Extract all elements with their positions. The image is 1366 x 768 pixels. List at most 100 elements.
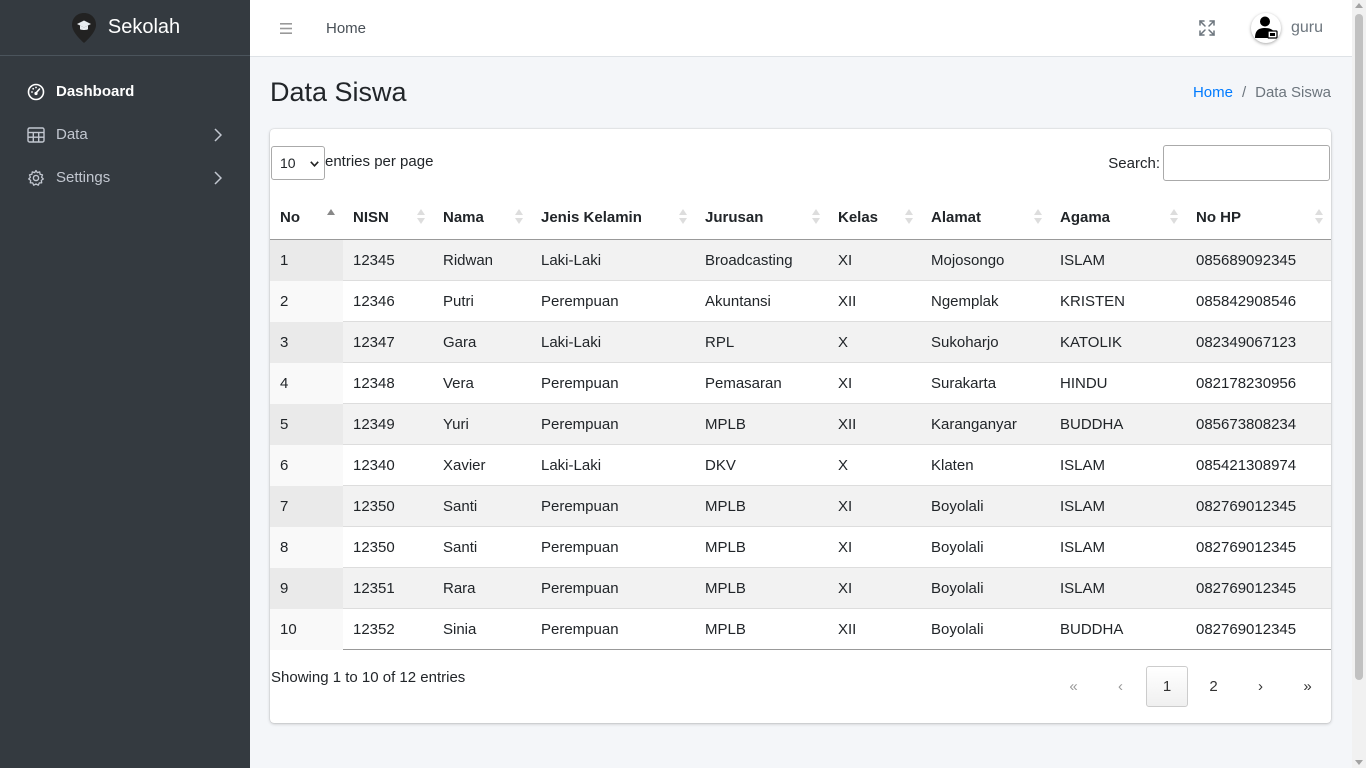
table-cell-no-hp: 082769012345 [1196,620,1297,638]
column-header-label: Jurusan [705,208,764,226]
table-cell-agama: HINDU [1060,374,1108,392]
avatar [1250,13,1281,43]
table-cell-no: 10 [270,608,343,650]
breadcrumb-home-link[interactable]: Home [1193,84,1233,101]
last-page-button[interactable]: » [1284,666,1331,707]
entries-per-page-label: entries per page [325,153,434,170]
sidebar-item-label: Data [56,126,88,143]
sort-arrows-icon [905,208,913,225]
table-cell-nama: Sinia [443,620,477,638]
table-cell-no: 1 [270,239,343,281]
table-cell-agama: KATOLIK [1060,333,1122,351]
search-input[interactable] [1163,145,1330,181]
table-cell-kelas: XI [838,538,853,556]
user-menu[interactable]: guru [1250,13,1323,43]
breadcrumb: Home / Data Siswa [1193,84,1331,101]
column-header-no-hp[interactable]: No HP [1186,195,1331,240]
table-row[interactable]: 4 12348 Vera Perempuan Pemasaran XI Surakarta H… [270,362,1331,404]
prev-page-button[interactable]: ‹ [1097,666,1144,707]
table-row[interactable]: 10 12352 Sinia Perempuan MPLB XII Boyolali BUDD… [270,608,1331,650]
students-table: No NISN Nama Jenis Kelamin Jurusan Kelas Alama… [270,195,1331,650]
column-header-label: No HP [1196,208,1241,226]
table-cell-agama: ISLAM [1060,497,1106,515]
table-row[interactable]: 8 12350 Santi Perempuan MPLB XI Boyolali ISLAM 0… [270,526,1331,568]
column-header-label: NISN [353,208,389,226]
entries-per-page-select[interactable]: 10 [271,146,325,180]
header-home-link[interactable]: Home [326,20,366,37]
page-2-button[interactable]: 2 [1190,666,1237,707]
column-header-label: Alamat [931,208,982,226]
table-cell-jurusan: Akuntansi [705,292,771,310]
first-page-button[interactable]: « [1050,666,1097,707]
table-cell-no-hp: 082769012345 [1196,497,1297,515]
table-row[interactable]: 7 12350 Santi Perempuan MPLB XI Boyolali ISLAM 0… [270,485,1331,527]
column-header-nisn[interactable]: NISN [343,195,433,240]
sort-arrows-icon [679,208,687,225]
table-cell-nisn: 12349 [353,415,395,433]
table-cell-agama: BUDDHA [1060,415,1124,433]
column-header-agama[interactable]: Agama [1050,195,1186,240]
breadcrumb-current: Data Siswa [1255,83,1331,101]
table-cell-nisn: 12350 [353,497,395,515]
fullscreen-expand-icon[interactable] [1197,18,1217,38]
search-label: Search: [1108,155,1160,172]
table-cell-jenis-kelamin: Perempuan [541,620,619,638]
table-row[interactable]: 9 12351 Rara Perempuan MPLB XI Boyolali ISLAM 08… [270,567,1331,609]
table-cell-jenis-kelamin: Perempuan [541,415,619,433]
table-row[interactable]: 2 12346 Putri Perempuan Akuntansi XII Ngemplak… [270,280,1331,322]
table-cell-jenis-kelamin: Laki-Laki [541,333,602,351]
table-cell-kelas: XI [838,497,853,515]
gear-icon [26,168,46,188]
table-cell-nama: Gara [443,333,477,351]
column-header-alamat[interactable]: Alamat [921,195,1050,240]
table-cell-kelas: XII [838,292,857,310]
column-header-jurusan[interactable]: Jurusan [695,195,828,240]
page-scrollbar[interactable] [1352,0,1366,768]
sidebar-item-settings[interactable]: Settings [0,156,250,199]
column-header-label: Agama [1060,208,1111,226]
table-cell-kelas: XI [838,374,853,392]
table-cell-nama: Santi [443,538,478,556]
sidebar-item-label: Dashboard [56,83,135,100]
table-cell-nisn: 12350 [353,538,395,556]
table-cell-kelas: X [838,456,849,474]
table-cell-nisn: 12346 [353,292,395,310]
column-header-label: Nama [443,208,484,226]
column-header-nama[interactable]: Nama [433,195,531,240]
table-row[interactable]: 5 12349 Yuri Perempuan MPLB XII Karanganyar BUD… [270,403,1331,445]
table-cell-jurusan: MPLB [705,620,746,638]
table-cell-nisn: 12345 [353,251,395,269]
table-cell-nama: Yuri [443,415,469,433]
brand[interactable]: Sekolah [0,0,250,56]
sort-arrows-icon [812,208,820,225]
table-cell-nama: Xavier [443,456,486,474]
sidebar-item-data[interactable]: Data [0,113,250,156]
table-cell-kelas: XI [838,579,853,597]
hamburger-menu-icon[interactable] [278,20,294,36]
table-cell-nisn: 12351 [353,579,395,597]
table-cell-no-hp: 082769012345 [1196,579,1297,597]
pagination: «‹ 1 2 ›» [1050,666,1331,707]
scrollbar-thumb[interactable] [1355,14,1363,680]
table-cell-kelas: XII [838,415,857,433]
table-row[interactable]: 3 12347 Gara Laki-Laki RPL X Sukoharjo KATOLIK 0… [270,321,1331,363]
table-cell-alamat: Sukoharjo [931,333,999,351]
sidebar-item-dashboard[interactable]: Dashboard [0,70,250,113]
scroll-down-arrow-icon[interactable] [1355,760,1363,765]
sort-arrows-icon [327,208,335,225]
table-cell-jenis-kelamin: Perempuan [541,579,619,597]
column-header-no[interactable]: No [270,195,343,240]
table-row[interactable]: 1 12345 Ridwan Laki-Laki Broadcasting XI Mojos… [270,239,1331,281]
column-header-kelas[interactable]: Kelas [828,195,921,240]
page-1-button[interactable]: 1 [1146,666,1188,707]
table-cell-nama: Ridwan [443,251,494,269]
table-info: Showing 1 to 10 of 12 entries [271,669,466,686]
next-page-button[interactable]: › [1237,666,1284,707]
school-logo-icon [70,12,98,44]
table-row[interactable]: 6 12340 Xavier Laki-Laki DKV X Klaten ISLAM 0854… [270,444,1331,486]
scroll-up-arrow-icon[interactable] [1355,3,1363,8]
table-cell-jurusan: MPLB [705,538,746,556]
sort-arrows-icon [515,208,523,225]
table-cell-nama: Santi [443,497,478,515]
column-header-jenis-kelamin[interactable]: Jenis Kelamin [531,195,695,240]
